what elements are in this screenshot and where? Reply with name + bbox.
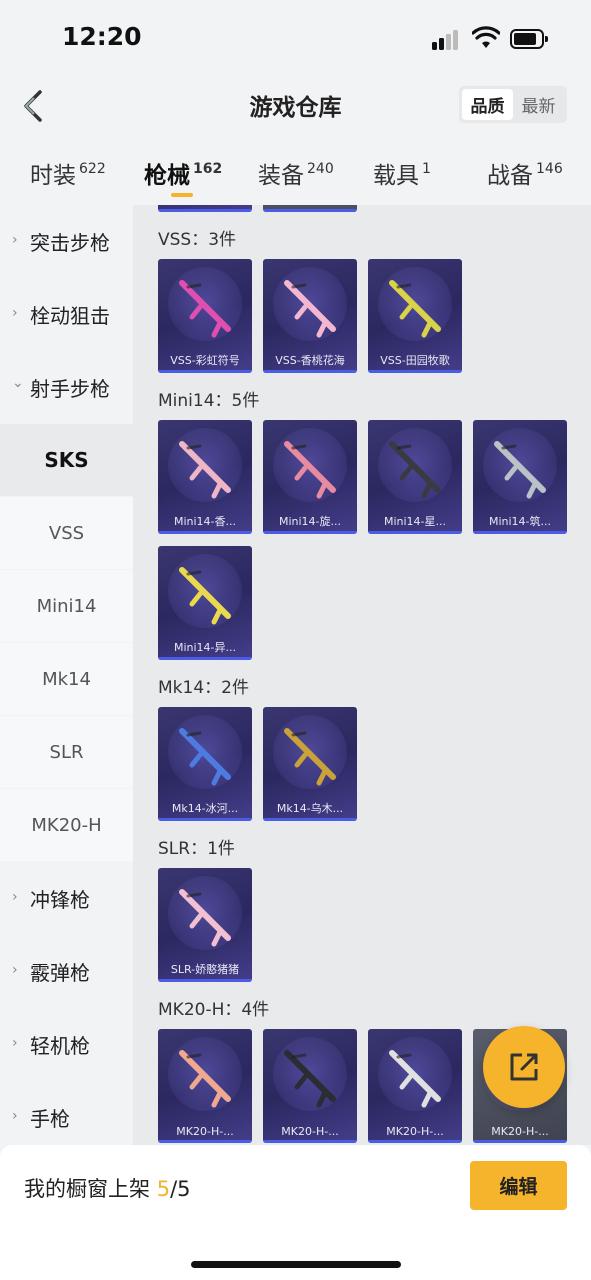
weapon-card[interactable]: MK20-H-...	[263, 1029, 357, 1143]
bottom-bar: 我的橱窗上架 5/5 编辑	[0, 1145, 591, 1280]
tab-vehicles[interactable]: 载具 1	[373, 156, 431, 190]
gun-vss-icon	[179, 280, 231, 338]
gun-slr-icon	[179, 889, 231, 947]
weapon-card[interactable]: MK20-H-...	[158, 1029, 252, 1143]
showcase-count: 5	[156, 1177, 171, 1201]
sidebar-item-assault-rifle[interactable]: › 突击步枪	[0, 205, 133, 277]
sidebar-item-label: 突击步枪	[30, 230, 110, 255]
tab-fashion[interactable]: 时装 622	[30, 156, 106, 190]
battery-icon	[510, 29, 548, 49]
sort-toggle: 品质 最新	[459, 86, 567, 123]
sidebar-item-sks[interactable]: SKS	[0, 424, 133, 496]
sidebar-item-marksman-rifle[interactable]: ⌄ 射手步枪	[0, 351, 133, 423]
chevron-down-icon: ⌄	[12, 375, 24, 391]
section-title-mk14: Mk14：2件	[158, 678, 249, 698]
nav-header: 游戏仓库 品质 最新	[0, 78, 591, 134]
tab-supplies[interactable]: 战备 146	[487, 156, 563, 190]
weapon-card[interactable]: Mk14-乌木...	[263, 707, 357, 821]
sidebar-item-pistol[interactable]: › 手枪	[0, 1081, 133, 1153]
weapon-card[interactable]: Mini14-异...	[158, 546, 252, 660]
section-title-mk20h: MK20-H：4件	[158, 1000, 270, 1020]
sidebar-item-bolt-sniper[interactable]: › 栓动狙击	[0, 278, 133, 350]
gun-mk20h-icon	[284, 1050, 336, 1108]
weapon-card[interactable]: Mini14-筑...	[473, 420, 567, 534]
tab-equipment[interactable]: 装备 240	[258, 156, 334, 190]
tab-guns[interactable]: 枪械 162	[144, 156, 222, 190]
section-title-mini14: Mini14：5件	[158, 391, 260, 411]
weapon-card[interactable]: MK20-H-...	[368, 1029, 462, 1143]
weapon-card[interactable]: Mini14-香...	[158, 420, 252, 534]
weapon-card[interactable]: Mini14-旋...	[263, 420, 357, 534]
status-time: 12:20	[62, 22, 142, 51]
sidebar-item-label: 霰弹枪	[30, 960, 90, 985]
gun-mk14-icon	[284, 728, 336, 786]
active-tab-indicator	[171, 193, 193, 197]
weapon-grid-content[interactable]: VSS：3件 VSS-彩虹符号 VSS-香桃花海 VSS-田园牧歌 Mini14…	[133, 205, 591, 1145]
weapon-card-partial[interactable]	[263, 205, 357, 212]
gun-vss-icon	[389, 280, 441, 338]
weapon-card[interactable]: VSS-田园牧歌	[368, 259, 462, 373]
sidebar-item-label: 栓动狙击	[30, 303, 110, 328]
status-bar: 12:20	[0, 0, 591, 78]
sidebar-item-mk20h[interactable]: MK20-H	[0, 789, 133, 861]
weapon-card[interactable]: VSS-彩虹符号	[158, 259, 252, 373]
weapon-category-sidebar: › 突击步枪 › 栓动狙击 ⌄ 射手步枪 SKS VSS Mini14 Mk14…	[0, 205, 133, 1145]
share-fab-button[interactable]	[483, 1026, 565, 1108]
sidebar-item-label: 冲锋枪	[30, 887, 90, 912]
weapon-card[interactable]: SLR-娇憨猪猪	[158, 868, 252, 982]
chevron-right-icon: ›	[12, 232, 18, 248]
sidebar-item-label: 手枪	[30, 1106, 70, 1131]
sidebar-item-label: 轻机枪	[30, 1033, 90, 1058]
gun-mini14-icon	[179, 567, 231, 625]
gun-mk14-icon	[179, 728, 231, 786]
gun-mini14-icon	[494, 441, 546, 499]
category-tabs: 时装 622 枪械 162 装备 240 载具 1 战备 146	[0, 148, 591, 198]
wifi-icon	[472, 26, 500, 48]
weapon-card[interactable]: VSS-香桃花海	[263, 259, 357, 373]
external-link-icon	[510, 1053, 538, 1081]
sort-quality-button[interactable]: 品质	[462, 89, 513, 120]
chevron-right-icon: ›	[12, 962, 18, 978]
gun-mini14-icon	[389, 441, 441, 499]
section-title-slr: SLR：1件	[158, 839, 235, 859]
weapon-card[interactable]: Mk14-冰河...	[158, 707, 252, 821]
home-indicator	[191, 1261, 401, 1268]
sidebar-item-slr[interactable]: SLR	[0, 716, 133, 788]
sidebar-item-mini14[interactable]: Mini14	[0, 570, 133, 642]
gun-mini14-icon	[284, 441, 336, 499]
sort-latest-button[interactable]: 最新	[513, 89, 564, 120]
showcase-status: 我的橱窗上架 5/5	[24, 1177, 191, 1201]
chevron-right-icon: ›	[12, 889, 18, 905]
chevron-right-icon: ›	[12, 305, 18, 321]
sidebar-item-lmg[interactable]: › 轻机枪	[0, 1008, 133, 1080]
gun-mk20h-icon	[179, 1050, 231, 1108]
gun-mk20h-icon	[389, 1050, 441, 1108]
chevron-right-icon: ›	[12, 1035, 18, 1051]
edit-button[interactable]: 编辑	[470, 1161, 567, 1210]
gun-vss-icon	[284, 280, 336, 338]
sidebar-item-mk14[interactable]: Mk14	[0, 643, 133, 715]
sidebar-item-shotgun[interactable]: › 霰弹枪	[0, 935, 133, 1007]
weapon-card-partial[interactable]	[158, 205, 252, 212]
chevron-right-icon: ›	[12, 1108, 18, 1124]
gun-mini14-icon	[179, 441, 231, 499]
cellular-signal-icon	[432, 30, 462, 50]
sidebar-item-smg[interactable]: › 冲锋枪	[0, 862, 133, 934]
sidebar-item-label: 射手步枪	[30, 376, 110, 401]
section-title-vss: VSS：3件	[158, 230, 237, 250]
showcase-total: /5	[170, 1177, 191, 1201]
back-arrow-icon[interactable]	[18, 88, 48, 124]
weapon-card[interactable]: Mini14-星...	[368, 420, 462, 534]
sidebar-item-vss[interactable]: VSS	[0, 497, 133, 569]
